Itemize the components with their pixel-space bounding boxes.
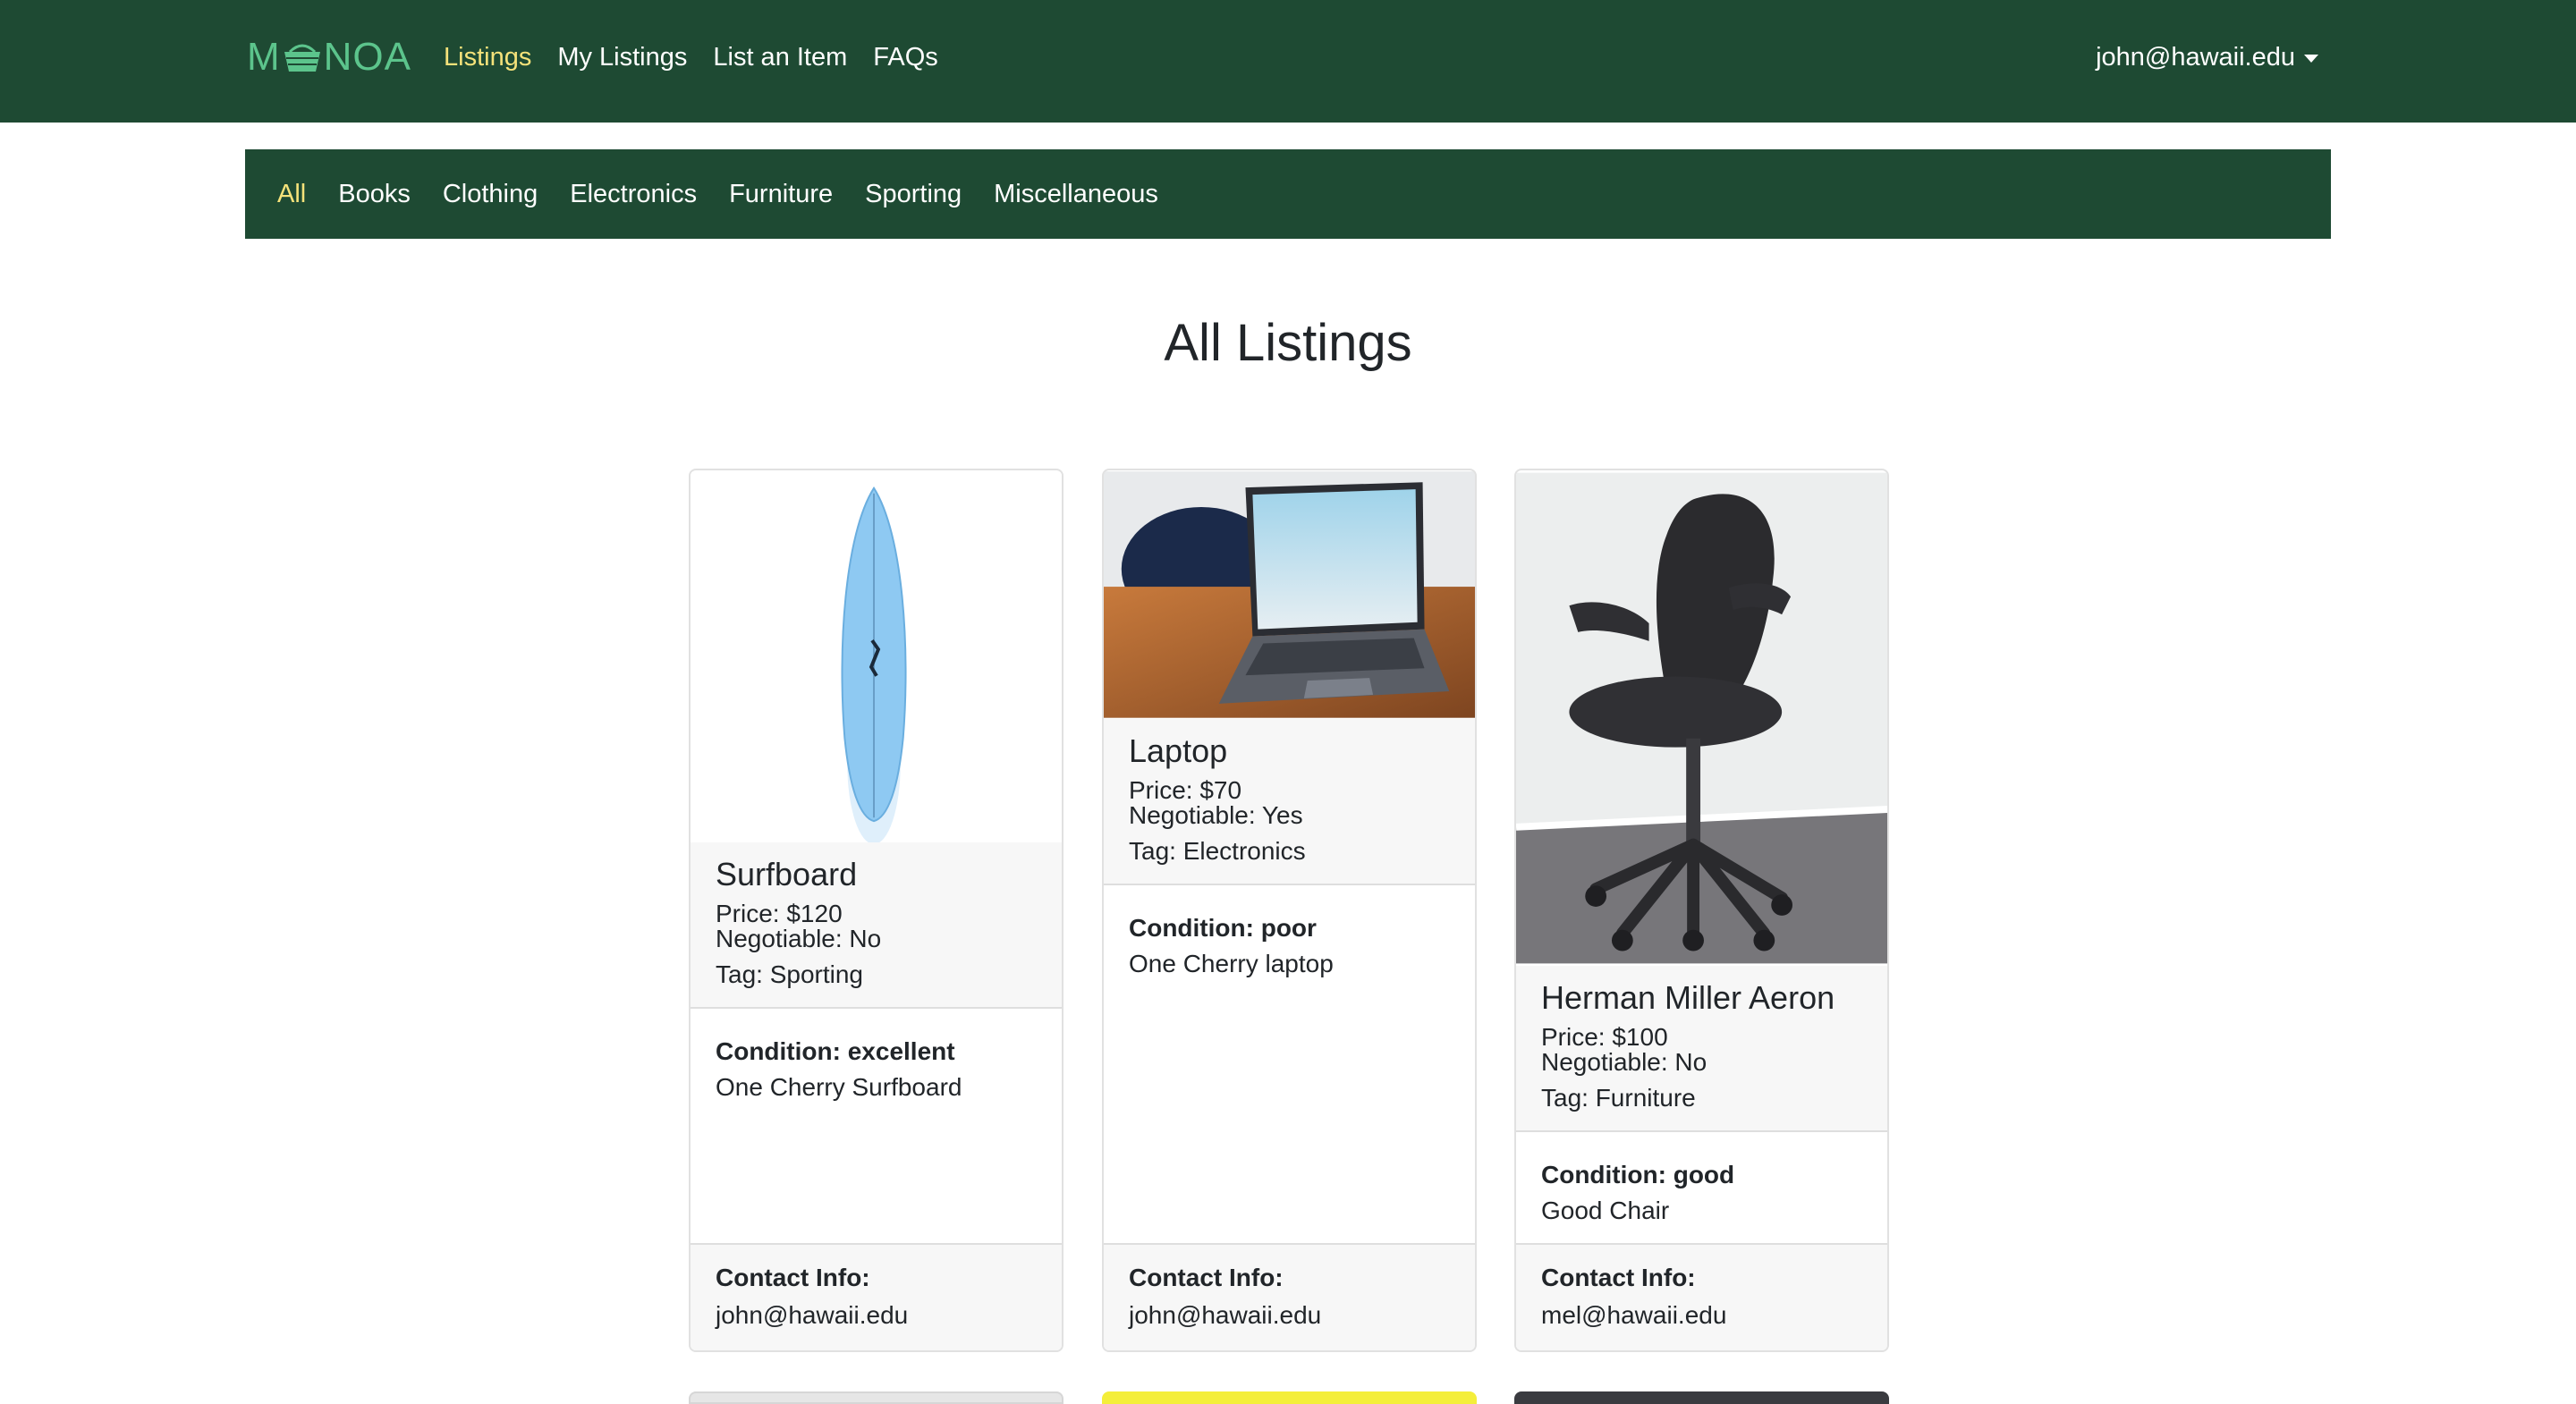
listing-body: Condition: poor One Cherry laptop — [1104, 885, 1475, 980]
listing-condition: Condition: excellent — [716, 1037, 955, 1065]
category-all[interactable]: All — [277, 180, 306, 209]
nav-list-an-item[interactable]: List an Item — [713, 36, 847, 79]
listing-price: Price: $70 — [1129, 776, 1242, 804]
listing-footer: Contact Info: john@hawaii.edu — [1104, 1243, 1475, 1350]
listing-negotiable: Negotiable: Yes — [1129, 801, 1303, 829]
contact-label: Contact Info: — [716, 1264, 870, 1291]
listing-description: Good Chair — [1541, 1197, 1670, 1224]
listing-description: One Cherry Surfboard — [716, 1073, 962, 1101]
listing-description: One Cherry laptop — [1129, 950, 1334, 977]
listing-tag: Tag: Electronics — [1129, 837, 1306, 865]
contact-email[interactable]: mel@hawaii.edu — [1541, 1300, 1862, 1331]
contact-email[interactable]: john@hawaii.edu — [1129, 1300, 1450, 1331]
listing-footer: Contact Info: mel@hawaii.edu — [1516, 1243, 1887, 1350]
top-navbar: M NOA Listings My Listings List an Item … — [0, 0, 2576, 123]
brand-text-left: M — [247, 35, 281, 79]
contact-label: Contact Info: — [1129, 1264, 1284, 1291]
category-electronics[interactable]: Electronics — [570, 180, 697, 209]
category-books[interactable]: Books — [338, 180, 411, 209]
nav-listings[interactable]: Listings — [444, 36, 531, 79]
category-clothing[interactable]: Clothing — [443, 180, 538, 209]
listing-header: Herman Miller Aeron Price: $100 Negotiab… — [1516, 966, 1887, 1132]
category-bar: All Books Clothing Electronics Furniture… — [245, 149, 2331, 239]
listing-card[interactable]: Laptop Price: $70 Negotiable: Yes Tag: E… — [1102, 469, 1477, 1352]
listing-negotiable: Negotiable: No — [716, 925, 882, 952]
brand-text-right: NOA — [323, 35, 412, 79]
listing-tag: Tag: Furniture — [1541, 1084, 1696, 1112]
page-title: All Listings — [1164, 314, 1412, 372]
listing-card[interactable]: Surfboard Price: $120 Negotiable: No Tag… — [689, 469, 1063, 1352]
main-nav: Listings My Listings List an Item FAQs — [444, 36, 964, 79]
user-dropdown[interactable]: john@hawaii.edu — [2096, 36, 2318, 79]
contact-label: Contact Info: — [1541, 1264, 1696, 1291]
listing-condition: Condition: poor — [1129, 914, 1317, 942]
user-email: john@hawaii.edu — [2096, 43, 2295, 72]
listing-body: Condition: good Good Chair — [1516, 1132, 1887, 1227]
listing-name: Surfboard — [716, 856, 858, 892]
listing-body: Condition: excellent One Cherry Surfboar… — [691, 1009, 1062, 1104]
category-miscellaneous[interactable]: Miscellaneous — [994, 180, 1158, 209]
caret-down-icon — [2304, 54, 2318, 63]
listing-price: Price: $120 — [716, 900, 843, 927]
contact-email[interactable]: john@hawaii.edu — [716, 1300, 1037, 1331]
category-sporting[interactable]: Sporting — [865, 180, 962, 209]
listing-header: Laptop Price: $70 Negotiable: Yes Tag: E… — [1104, 719, 1475, 885]
category-furniture[interactable]: Furniture — [729, 180, 833, 209]
listing-image — [691, 471, 1062, 842]
listing-name: Herman Miller Aeron — [1541, 979, 1835, 1016]
brand-logo[interactable]: M NOA — [247, 34, 411, 80]
listing-image — [1516, 472, 1887, 964]
listing-image — [1104, 471, 1475, 718]
listing-name: Laptop — [1129, 732, 1228, 769]
listing-card[interactable]: Herman Miller Aeron Price: $100 Negotiab… — [1514, 469, 1889, 1352]
basket-icon — [284, 44, 320, 72]
nav-my-listings[interactable]: My Listings — [557, 36, 687, 79]
listing-condition: Condition: good — [1541, 1161, 1735, 1188]
listing-price: Price: $100 — [1541, 1023, 1668, 1051]
listing-tag: Tag: Sporting — [716, 960, 863, 988]
nav-faqs[interactable]: FAQs — [873, 36, 938, 79]
listing-negotiable: Negotiable: No — [1541, 1048, 1707, 1076]
listing-footer: Contact Info: john@hawaii.edu — [691, 1243, 1062, 1350]
listing-header: Surfboard Price: $120 Negotiable: No Tag… — [691, 842, 1062, 1009]
